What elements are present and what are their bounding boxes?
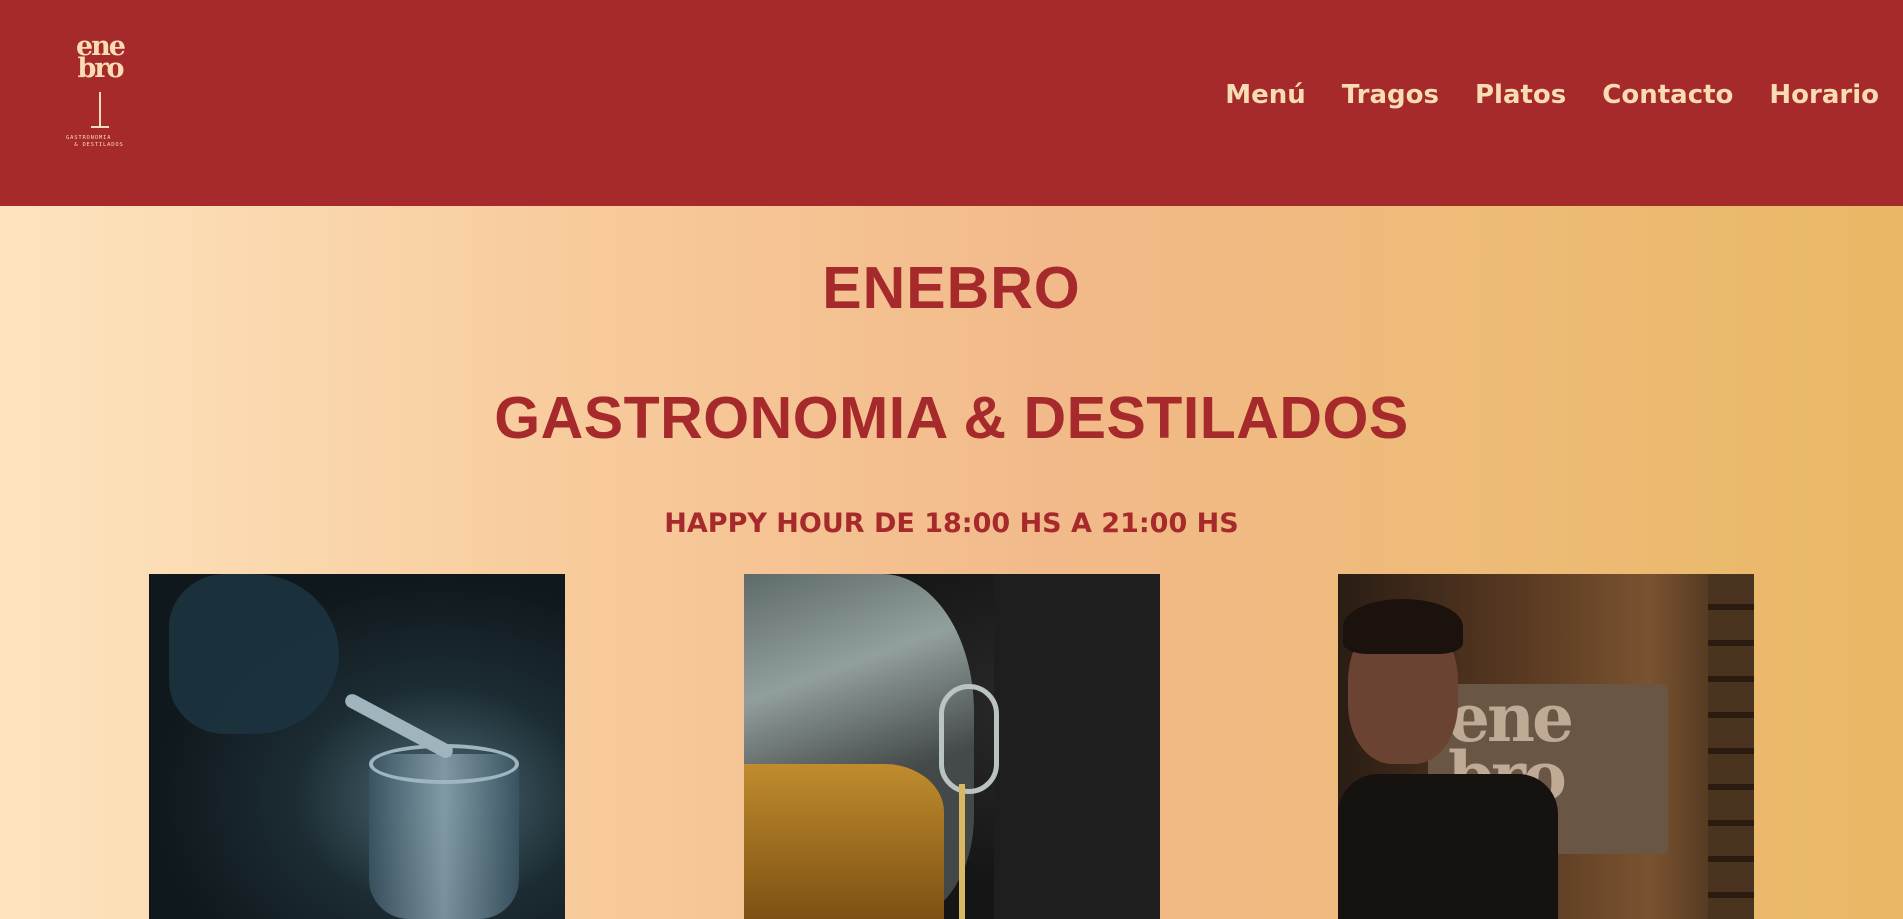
photo-pouring-jug <box>744 574 1160 919</box>
photo-stream-shape <box>959 784 965 919</box>
photo-bartender: ene bro <box>1338 574 1754 919</box>
photo-glove-shape <box>169 574 339 734</box>
photo-bartender-shirt <box>1338 774 1558 919</box>
main-nav: Menú Tragos Platos Contacto Horario <box>1225 80 1879 110</box>
photo-cocktail-shaker <box>149 574 565 919</box>
nav-item-platos[interactable]: Platos <box>1475 80 1566 110</box>
photo-shelf-shape <box>1708 574 1754 919</box>
nav-item-menu[interactable]: Menú <box>1225 80 1306 110</box>
site-header: ene bro GASTRONOMIA & DESTILADOS Menú Tr… <box>0 0 1903 206</box>
logo-wine-glass-stem <box>99 92 101 126</box>
logo-wine-glass-base <box>91 126 109 128</box>
logo-wordmark: ene bro <box>66 33 134 82</box>
photo-spout-shape <box>939 684 999 794</box>
hero-section: ENEBRO GASTRONOMIA & DESTILADOS HAPPY HO… <box>0 206 1903 919</box>
photo-liquid-shape <box>744 764 944 919</box>
nav-item-contacto[interactable]: Contacto <box>1602 80 1733 110</box>
nav-item-tragos[interactable]: Tragos <box>1342 80 1439 110</box>
page-title: ENEBRO <box>822 255 1081 321</box>
enebro-logo[interactable]: ene bro GASTRONOMIA & DESTILADOS <box>66 33 134 151</box>
photo-bartender-hair <box>1343 599 1463 654</box>
nav-item-horario[interactable]: Horario <box>1769 80 1879 110</box>
page-subtitle: GASTRONOMIA & DESTILADOS <box>494 385 1409 451</box>
happy-hour-text: HAPPY HOUR DE 18:00 HS A 21:00 HS <box>664 508 1239 539</box>
photo-shirt-shape <box>994 574 1160 919</box>
logo-tagline: GASTRONOMIA & DESTILADOS <box>66 135 124 148</box>
